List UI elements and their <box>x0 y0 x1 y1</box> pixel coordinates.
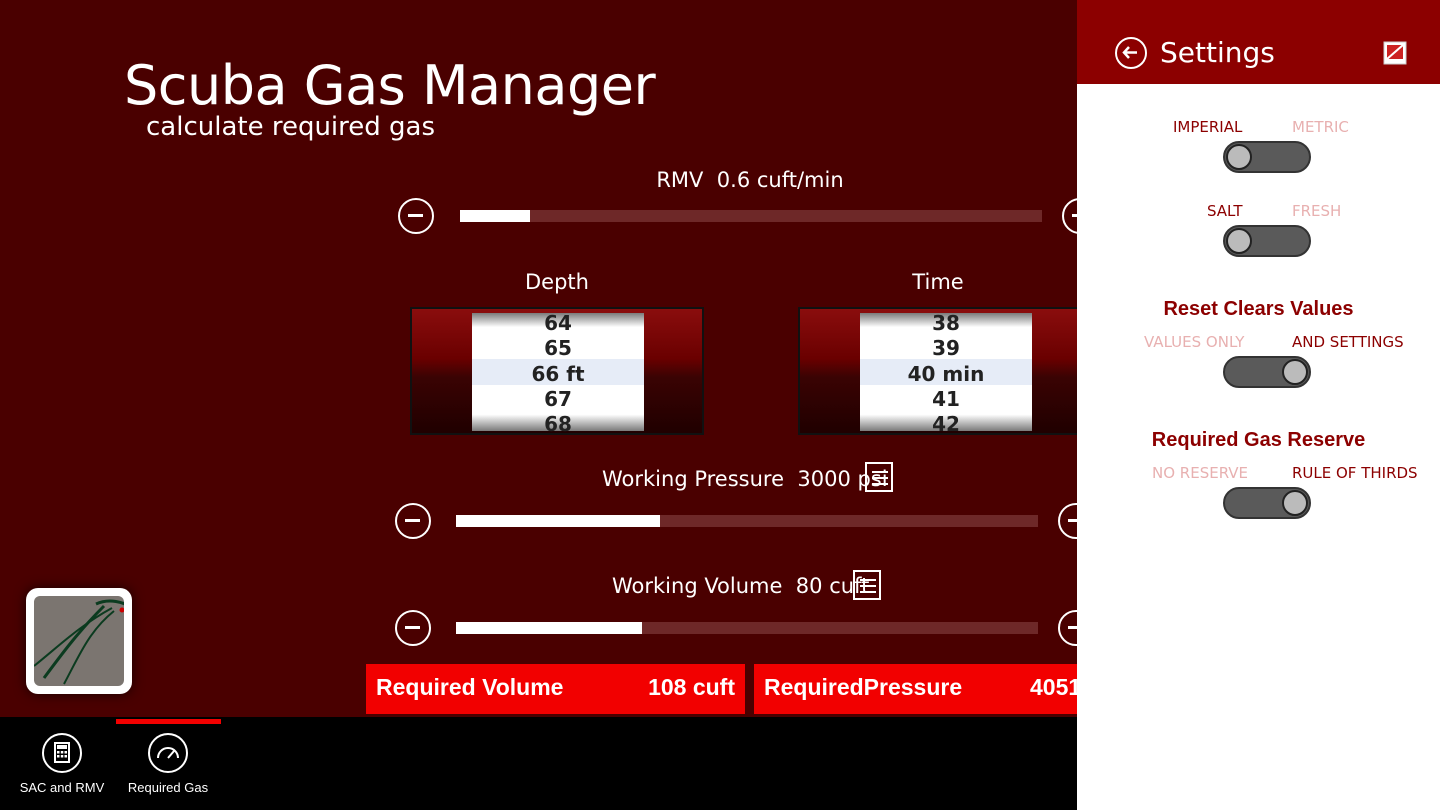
working-pressure-decrease-button[interactable] <box>395 503 431 539</box>
reserve-toggle[interactable] <box>1223 487 1311 519</box>
settings-flyout: Settings IMPERIAL METRIC SALT FRESH Rese… <box>1077 0 1440 810</box>
working-volume-slider[interactable] <box>456 622 1038 634</box>
reserve-heading: Required Gas Reserve <box>1151 429 1366 451</box>
back-arrow-icon[interactable] <box>1115 37 1147 69</box>
diver-bird-icon <box>34 599 124 685</box>
working-volume-decrease-button[interactable] <box>395 610 431 646</box>
rmv-increase-button[interactable] <box>1062 198 1077 234</box>
units-metric-label: METRIC <box>1292 118 1349 136</box>
gauge-icon <box>148 733 188 773</box>
time-option[interactable]: 39 <box>860 336 1032 360</box>
app-title: Scuba Gas Manager <box>124 54 656 117</box>
working-pressure-label: Working Pressure <box>602 467 784 491</box>
units-toggle-knob <box>1226 144 1252 170</box>
working-pressure-slider-fill <box>456 515 660 527</box>
working-pressure-increase-button[interactable] <box>1058 503 1077 539</box>
app-bar: SAC and RMV Required Gas <box>0 717 1077 810</box>
settings-title: Settings <box>1160 36 1275 69</box>
nav-required-gas-label: Required Gas <box>127 780 209 795</box>
depth-option[interactable]: 67 <box>472 387 644 411</box>
nav-required-gas-button[interactable]: Required Gas <box>118 717 218 810</box>
settings-header: Settings <box>1077 0 1440 84</box>
logo-artwork <box>34 596 124 686</box>
depth-label: Depth <box>525 270 589 294</box>
calculator-icon <box>42 733 82 773</box>
main-panel: Scuba Gas Manager calculate required gas… <box>0 0 1077 717</box>
nav-sac-rmv-label: SAC and RMV <box>19 780 105 795</box>
units-imperial-label: IMPERIAL <box>1173 118 1243 136</box>
reserve-toggle-knob <box>1282 490 1308 516</box>
time-option-selected[interactable]: 40 min <box>860 362 1032 386</box>
app-logo <box>26 588 132 694</box>
rmv-label-row: RMV 0.6 cuft/min <box>640 168 860 192</box>
rmv-slider[interactable] <box>460 210 1042 222</box>
rmv-decrease-button[interactable] <box>398 198 434 234</box>
reset-heading: Reset Clears Values <box>1163 298 1354 320</box>
volume-preset-list-icon[interactable] <box>853 570 881 600</box>
reset-toggle[interactable] <box>1223 356 1311 388</box>
depth-option[interactable]: 64 <box>472 311 644 335</box>
depth-picker[interactable]: 64 65 66 ft 67 68 <box>410 307 704 435</box>
reset-toggle-knob <box>1282 359 1308 385</box>
required-volume-label: Required Volume <box>376 674 564 700</box>
time-picker[interactable]: 38 39 40 min 41 42 <box>798 307 1077 435</box>
time-wheel[interactable]: 38 39 40 min 41 42 <box>860 311 1032 433</box>
reset-and-settings-label: AND SETTINGS <box>1292 333 1404 351</box>
working-pressure-row: Working Pressure 3000 psi <box>602 467 888 491</box>
water-toggle-knob <box>1226 228 1252 254</box>
required-pressure-label: RequiredPressure <box>764 674 963 700</box>
depth-wheel[interactable]: 64 65 66 ft 67 68 <box>472 311 644 433</box>
working-volume-increase-button[interactable] <box>1058 610 1077 646</box>
time-option[interactable]: 38 <box>860 311 1032 335</box>
nav-sac-rmv-button[interactable]: SAC and RMV <box>12 717 112 810</box>
rmv-value: 0.6 cuft/min <box>716 168 844 192</box>
required-pressure-value: 4051 <box>1030 674 1077 700</box>
app-subtitle: calculate required gas <box>146 112 436 142</box>
time-option[interactable]: 42 <box>860 412 1032 433</box>
rmv-slider-fill <box>460 210 530 222</box>
time-option[interactable]: 41 <box>860 387 1032 411</box>
water-salt-label: SALT <box>1207 202 1243 220</box>
app-tile-icon <box>1381 38 1411 68</box>
required-volume-box: Required Volume 108 cuft <box>366 664 745 714</box>
depth-option[interactable]: 68 <box>472 412 644 433</box>
units-toggle[interactable] <box>1223 141 1311 173</box>
working-pressure-slider[interactable] <box>456 515 1038 527</box>
reset-values-only-label: VALUES ONLY <box>1144 333 1245 351</box>
working-volume-row: Working Volume 80 cuft <box>612 574 869 598</box>
reserve-thirds-label: RULE OF THIRDS <box>1292 464 1418 482</box>
required-pressure-box: RequiredPressure 4051 <box>754 664 1077 714</box>
working-volume-slider-fill <box>456 622 643 634</box>
time-label: Time <box>912 270 964 294</box>
rmv-label: RMV <box>656 168 704 192</box>
depth-option-selected[interactable]: 66 ft <box>472 362 644 386</box>
reserve-none-label: NO RESERVE <box>1152 464 1249 482</box>
working-volume-label: Working Volume <box>612 574 783 598</box>
required-volume-value: 108 cuft <box>648 674 735 700</box>
depth-option[interactable]: 65 <box>472 336 644 360</box>
water-toggle[interactable] <box>1223 225 1311 257</box>
tank-preset-list-icon[interactable] <box>865 462 893 492</box>
water-fresh-label: FRESH <box>1292 202 1342 220</box>
